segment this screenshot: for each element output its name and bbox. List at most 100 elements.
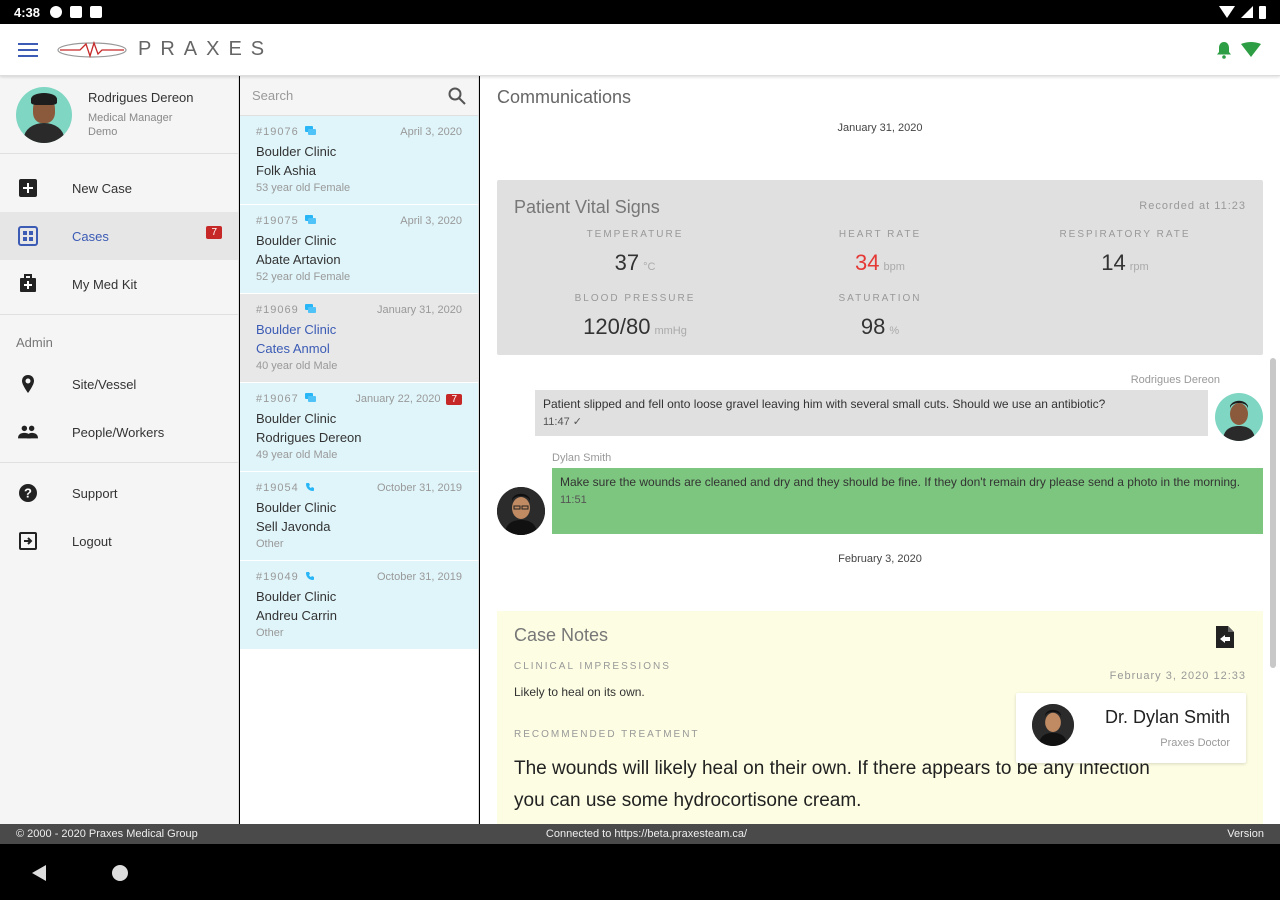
divider: [0, 462, 238, 463]
app-notification-icon: [70, 6, 83, 18]
doctor-card[interactable]: Dr. Dylan Smith Praxes Doctor: [1016, 693, 1246, 763]
case-date: April 3, 2020: [400, 215, 462, 227]
date-separator: February 3, 2020: [838, 553, 922, 565]
document-icon[interactable]: [1215, 625, 1235, 649]
sidebar-section-admin: Admin: [16, 335, 53, 350]
case-list-item[interactable]: #19069 January 31, 2020 Boulder Clinic Cate…: [240, 294, 478, 383]
search-icon[interactable]: [448, 87, 466, 105]
case-description: Other: [256, 627, 284, 639]
case-notes-card: Case Notes CLINICAL IMPRESSIONS Likely t…: [497, 611, 1263, 824]
case-patient-name: Folk Ashia: [256, 163, 316, 178]
sidebar: Rodrigues Dereon Medical Manager Demo Ne…: [0, 76, 239, 824]
avatar[interactable]: [497, 487, 545, 535]
case-number: #19049: [256, 571, 299, 583]
notes-title: Case Notes: [514, 625, 609, 645]
sidebar-item-site-vessel[interactable]: Site/Vessel: [0, 360, 238, 408]
footer: © 2000 - 2020 Praxes Medical Group Conne…: [0, 824, 1280, 844]
case-list-panel: #19076 April 3, 2020 Boulder Clinic Folk As…: [240, 76, 479, 824]
date-separator: January 31, 2020: [837, 122, 923, 134]
praxes-logo: PRAXES: [56, 38, 273, 61]
vitals-recorded-time: Recorded at 11:23: [1139, 200, 1246, 212]
communications-panel: Communications January 31, 2020 Patient …: [480, 76, 1280, 824]
sidebar-item-cases[interactable]: Cases 7: [0, 212, 238, 260]
version-link[interactable]: Version: [1227, 828, 1264, 840]
sidebar-item-label: Support: [72, 485, 118, 501]
grid-list-icon: [18, 226, 38, 246]
case-list-item[interactable]: #19054 October 31, 2019 Boulder Clinic Sell…: [240, 472, 478, 561]
logo-text: PRAXES: [138, 38, 274, 60]
chat-icon: [304, 125, 316, 139]
avatar: [16, 86, 72, 143]
case-description: 49 year old Male: [256, 449, 338, 461]
sidebar-item-label: Cases: [72, 228, 109, 244]
case-description: 53 year old Female: [256, 182, 351, 194]
scrollbar[interactable]: [1270, 358, 1276, 668]
phone-icon: [305, 571, 315, 584]
message-time: 11:47 ✓: [543, 416, 582, 428]
case-list-item[interactable]: #19049 October 31, 2019 Boulder Clinic Andr…: [240, 561, 478, 650]
chat-icon: [304, 392, 316, 406]
user-profile[interactable]: Rodrigues Dereon Medical Manager Demo: [0, 76, 238, 154]
bell-icon[interactable]: [1216, 41, 1232, 59]
menu-icon[interactable]: [18, 42, 38, 57]
profile-role: Medical Manager Demo: [88, 111, 194, 139]
case-description: Other: [256, 538, 284, 550]
page-title: Communications: [497, 87, 632, 107]
vital-heart-rate: HEART RATE 34 bpm: [838, 229, 922, 275]
sidebar-item-label: New Case: [72, 180, 132, 196]
profile-org: Demo: [88, 126, 118, 138]
chat-icon: [304, 214, 316, 228]
back-icon[interactable]: [32, 865, 46, 881]
clinical-impressions-label: CLINICAL IMPRESSIONS: [514, 661, 671, 672]
sidebar-item-label: My Med Kit: [72, 276, 138, 292]
sidebar-item-logout[interactable]: Logout: [0, 517, 238, 565]
clinical-impressions-text: Likely to heal on its own.: [514, 685, 645, 699]
notes-date: February 3, 2020 12:33: [1109, 670, 1246, 682]
message-sender: Dylan Smith: [552, 452, 612, 464]
message-sender: Rodrigues Dereon: [1130, 374, 1220, 386]
app-bar: PRAXES: [0, 24, 1280, 76]
connection-status-icon[interactable]: [1240, 41, 1262, 58]
case-number: #19075: [256, 215, 299, 227]
sidebar-item-support[interactable]: ? Support: [0, 469, 238, 517]
case-list-item[interactable]: #19075 April 3, 2020 Boulder Clinic Abate A…: [240, 205, 478, 294]
case-date: October 31, 2019: [376, 482, 462, 494]
sidebar-item-people-workers[interactable]: People/Workers: [0, 408, 238, 456]
android-nav-bar: [0, 844, 1280, 900]
svg-text:?: ?: [24, 486, 32, 501]
case-number: #19054: [256, 482, 299, 494]
doctor-name: Dr. Dylan Smith: [1104, 707, 1230, 727]
add-box-icon: [18, 178, 38, 198]
case-list-item[interactable]: #19067 January 22, 2020 7 Boulder Clinic Rod…: [240, 383, 478, 472]
sidebar-item-label: People/Workers: [72, 424, 165, 440]
case-patient-name: Andreu Carrin: [256, 608, 337, 623]
chat-message[interactable]: Make sure the wounds are cleaned and dry…: [552, 468, 1263, 534]
search-input[interactable]: [252, 88, 448, 103]
home-icon[interactable]: [112, 865, 128, 881]
phone-icon: [305, 482, 315, 495]
avatar: [1032, 704, 1074, 746]
copyright: © 2000 - 2020 Praxes Medical Group: [16, 828, 198, 840]
divider: [0, 314, 238, 315]
location-pin-icon: [18, 374, 38, 394]
chat-message[interactable]: Patient slipped and fell onto loose grav…: [535, 390, 1208, 436]
sd-card-icon: [90, 6, 103, 18]
recommended-treatment-label: RECOMMENDED TREATMENT: [514, 729, 700, 740]
case-description: 52 year old Female: [256, 271, 351, 283]
help-icon: ?: [18, 483, 38, 503]
sidebar-item-med-kit[interactable]: My Med Kit: [0, 260, 238, 308]
wifi-icon: [1219, 6, 1235, 18]
status-time: 4:38: [14, 4, 41, 20]
profile-name: Rodrigues Dereon: [88, 90, 194, 105]
logo-mark-icon: [57, 40, 127, 58]
case-description: 40 year old Male: [256, 360, 338, 372]
case-list-item[interactable]: #19076 April 3, 2020 Boulder Clinic Folk As…: [240, 116, 478, 205]
signal-icon: [1241, 6, 1253, 18]
avatar[interactable]: [1215, 393, 1263, 441]
case-number: #19076: [256, 126, 299, 138]
battery-icon: [1259, 5, 1266, 19]
case-date: January 31, 2020: [376, 304, 462, 316]
sidebar-item-new-case[interactable]: New Case: [0, 164, 238, 212]
case-patient-name: Abate Artavion: [256, 252, 341, 267]
logout-icon: [18, 531, 38, 551]
